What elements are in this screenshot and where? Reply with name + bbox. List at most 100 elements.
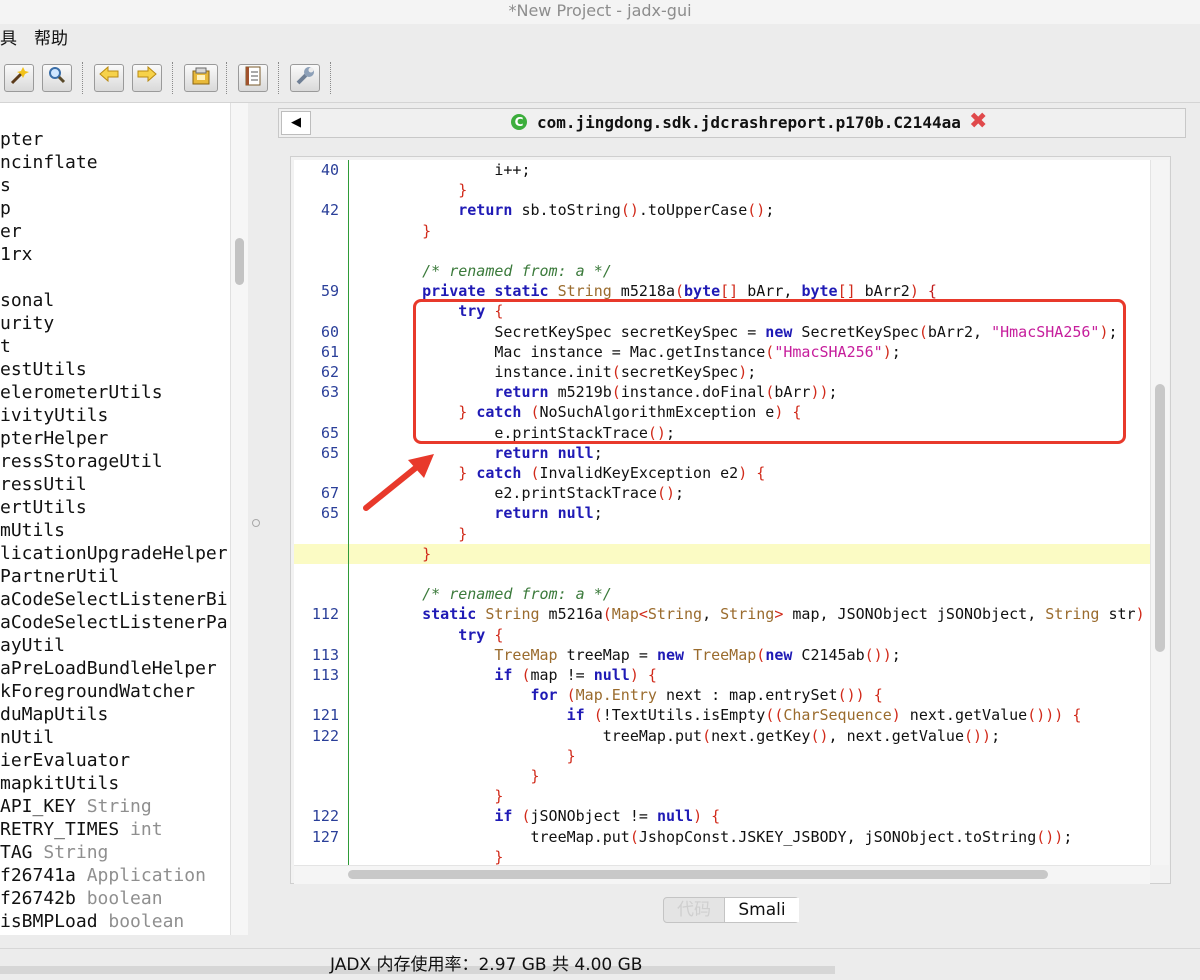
code-line[interactable]: 113 TreeMap treeMap = new TreeMap(new C2… bbox=[294, 645, 1150, 665]
code-line[interactable]: /* renamed from: a */ bbox=[294, 261, 1150, 281]
editor-horizontal-scrollbar[interactable] bbox=[294, 865, 1150, 884]
editor-vertical-scrollbar[interactable] bbox=[1150, 160, 1169, 865]
tree-item[interactable]: licationUpgradeHelper bbox=[0, 542, 228, 565]
tree-item-name: licationUpgradeHelper bbox=[0, 543, 228, 564]
tree-item[interactable]: TAG String bbox=[0, 841, 108, 864]
view-mode-tabs: 代码 Smali bbox=[663, 897, 799, 923]
menu-tools[interactable]: 具 bbox=[0, 24, 17, 54]
menu-help[interactable]: 帮助 bbox=[34, 24, 68, 54]
tree-item[interactable]: aPreLoadBundleHelper bbox=[0, 657, 217, 680]
wand-icon[interactable] bbox=[4, 64, 34, 92]
tree-item[interactable]: ivityUtils bbox=[0, 404, 108, 427]
tree-item[interactable]: isBMPLoad boolean bbox=[0, 910, 184, 933]
tree-item[interactable]: PartnerUtil bbox=[0, 565, 119, 588]
code-line[interactable]: } bbox=[294, 746, 1150, 766]
back-arrow-icon[interactable] bbox=[94, 64, 124, 92]
tree-scroll-thumb[interactable] bbox=[235, 238, 244, 285]
tree-scrollbar[interactable] bbox=[230, 103, 249, 935]
tree-item-name: urity bbox=[0, 313, 55, 334]
code-line[interactable]: } bbox=[294, 180, 1150, 200]
tree-item[interactable]: s bbox=[0, 174, 11, 197]
tree-item[interactable]: ressUtil bbox=[0, 473, 87, 496]
forward-arrow-icon[interactable] bbox=[132, 64, 162, 92]
log-icon[interactable] bbox=[238, 64, 268, 92]
close-icon[interactable]: ✖ bbox=[969, 109, 987, 135]
code-line[interactable]: 127 treeMap.put(JshopConst.JSKEY_JSBODY,… bbox=[294, 827, 1150, 847]
code-line[interactable]: 40 i++; bbox=[294, 160, 1150, 180]
current-code-line[interactable]: } bbox=[294, 544, 1150, 564]
search-icon[interactable] bbox=[42, 64, 72, 92]
tree-item[interactable]: ayUtil bbox=[0, 634, 65, 657]
code-line[interactable]: for (Map.Entry next : map.entrySet()) { bbox=[294, 685, 1150, 705]
code-line[interactable] bbox=[294, 241, 1150, 261]
tree-item[interactable]: nUtil bbox=[0, 726, 54, 749]
tree-item-name: TAG bbox=[0, 842, 33, 863]
code-line[interactable]: try { bbox=[294, 625, 1150, 645]
tree-item[interactable]: f26742b boolean bbox=[0, 887, 163, 910]
code-line[interactable]: } bbox=[294, 847, 1150, 867]
code-line[interactable]: 42 return sb.toString().toUpperCase(); bbox=[294, 200, 1150, 220]
tree-item[interactable]: t bbox=[0, 335, 11, 358]
tree-item-name: kForegroundWatcher bbox=[0, 681, 196, 702]
tree-item[interactable]: pter bbox=[0, 128, 43, 151]
code-line[interactable]: 122 if (jSONObject != null) { bbox=[294, 806, 1150, 826]
tree-item[interactable]: ncinflate bbox=[0, 151, 98, 174]
code-line[interactable]: 122 treeMap.put(next.getKey(), next.getV… bbox=[294, 726, 1150, 746]
code-line[interactable]: } bbox=[294, 766, 1150, 786]
tree-item[interactable]: pterHelper bbox=[0, 427, 108, 450]
line-number: 122 bbox=[311, 727, 339, 745]
tree-item[interactable]: er bbox=[0, 220, 22, 243]
decompile-icon[interactable] bbox=[184, 64, 218, 92]
preferences-icon[interactable] bbox=[290, 64, 320, 92]
editor-vscroll-thumb[interactable] bbox=[1155, 384, 1165, 652]
menu-bar: 具 帮助 bbox=[0, 24, 1200, 54]
tree-item[interactable]: API_KEY String bbox=[0, 795, 152, 818]
code-line[interactable]: } bbox=[294, 524, 1150, 544]
toolbar-separator bbox=[82, 62, 84, 94]
tree-item-name: t bbox=[0, 336, 11, 357]
tree-item-name: ertUtils bbox=[0, 497, 87, 518]
code-line[interactable]: 121 if (!TextUtils.isEmpty((CharSequence… bbox=[294, 705, 1150, 725]
tree-item-type: String bbox=[32, 842, 109, 863]
line-number: 42 bbox=[320, 201, 339, 219]
tree-item-type: String bbox=[75, 796, 152, 817]
tree-item[interactable]: elerometerUtils bbox=[0, 381, 163, 404]
code-line[interactable]: 112 static String m5216a(Map<String, Str… bbox=[294, 604, 1150, 624]
tree-item[interactable]: estUtils bbox=[0, 358, 87, 381]
editor-hscroll-thumb[interactable] bbox=[348, 870, 1048, 879]
split-divider[interactable] bbox=[248, 103, 268, 935]
tree-item[interactable]: urity bbox=[0, 312, 54, 335]
tree-item-name: aCodeSelectListenerPa bbox=[0, 612, 228, 633]
tab-title[interactable]: com.jingdong.sdk.jdcrashreport.p170b.C21… bbox=[537, 112, 961, 134]
tree-item[interactable]: p bbox=[0, 197, 11, 220]
code-line[interactable]: 59 private static String m5218a(byte[] b… bbox=[294, 281, 1150, 301]
tree-item[interactable]: ressStorageUtil bbox=[0, 450, 163, 473]
tab-smali[interactable]: Smali bbox=[724, 898, 799, 922]
code-text: TreeMap treeMap = new TreeMap(new C2145a… bbox=[494, 646, 901, 664]
code-text: try { bbox=[458, 626, 504, 644]
tree-item[interactable]: duMapUtils bbox=[0, 703, 108, 726]
memory-usage-text: JADX 内存使用率：2.97 GB 共 4.00 GB bbox=[330, 955, 643, 975]
tree-item[interactable]: mapkitUtils bbox=[0, 772, 119, 795]
line-number: 122 bbox=[311, 807, 339, 825]
tree-item[interactable]: f26741a Application bbox=[0, 864, 206, 887]
tree-item[interactable]: sonal bbox=[0, 289, 54, 312]
divider-handle[interactable] bbox=[252, 519, 260, 527]
tree-item[interactable]: aCodeSelectListenerPa bbox=[0, 611, 228, 634]
tree-item[interactable]: ierEvaluator bbox=[0, 749, 130, 772]
code-line[interactable] bbox=[294, 564, 1150, 584]
tree-item[interactable]: 1rx bbox=[0, 243, 33, 266]
tree-item[interactable]: kForegroundWatcher bbox=[0, 680, 195, 703]
code-line[interactable]: } bbox=[294, 221, 1150, 241]
tab-back-button[interactable]: ◀ bbox=[281, 111, 311, 135]
code-line[interactable]: } bbox=[294, 786, 1150, 806]
class-tree-panel: pter ncinflate s p er 1rx sonal urity t estUtils e… bbox=[0, 103, 230, 935]
tree-item[interactable]: ertUtils bbox=[0, 496, 87, 519]
tree-item[interactable]: aCodeSelectListenerBi bbox=[0, 588, 228, 611]
code-text: return sb.toString().toUpperCase(); bbox=[458, 201, 775, 219]
tab-code[interactable]: 代码 bbox=[664, 898, 724, 922]
tree-item[interactable]: RETRY_TIMES int bbox=[0, 818, 163, 841]
code-line[interactable]: 113 if (map != null) { bbox=[294, 665, 1150, 685]
tree-item[interactable]: mUtils bbox=[0, 519, 65, 542]
code-line[interactable]: /* renamed from: a */ bbox=[294, 584, 1150, 604]
